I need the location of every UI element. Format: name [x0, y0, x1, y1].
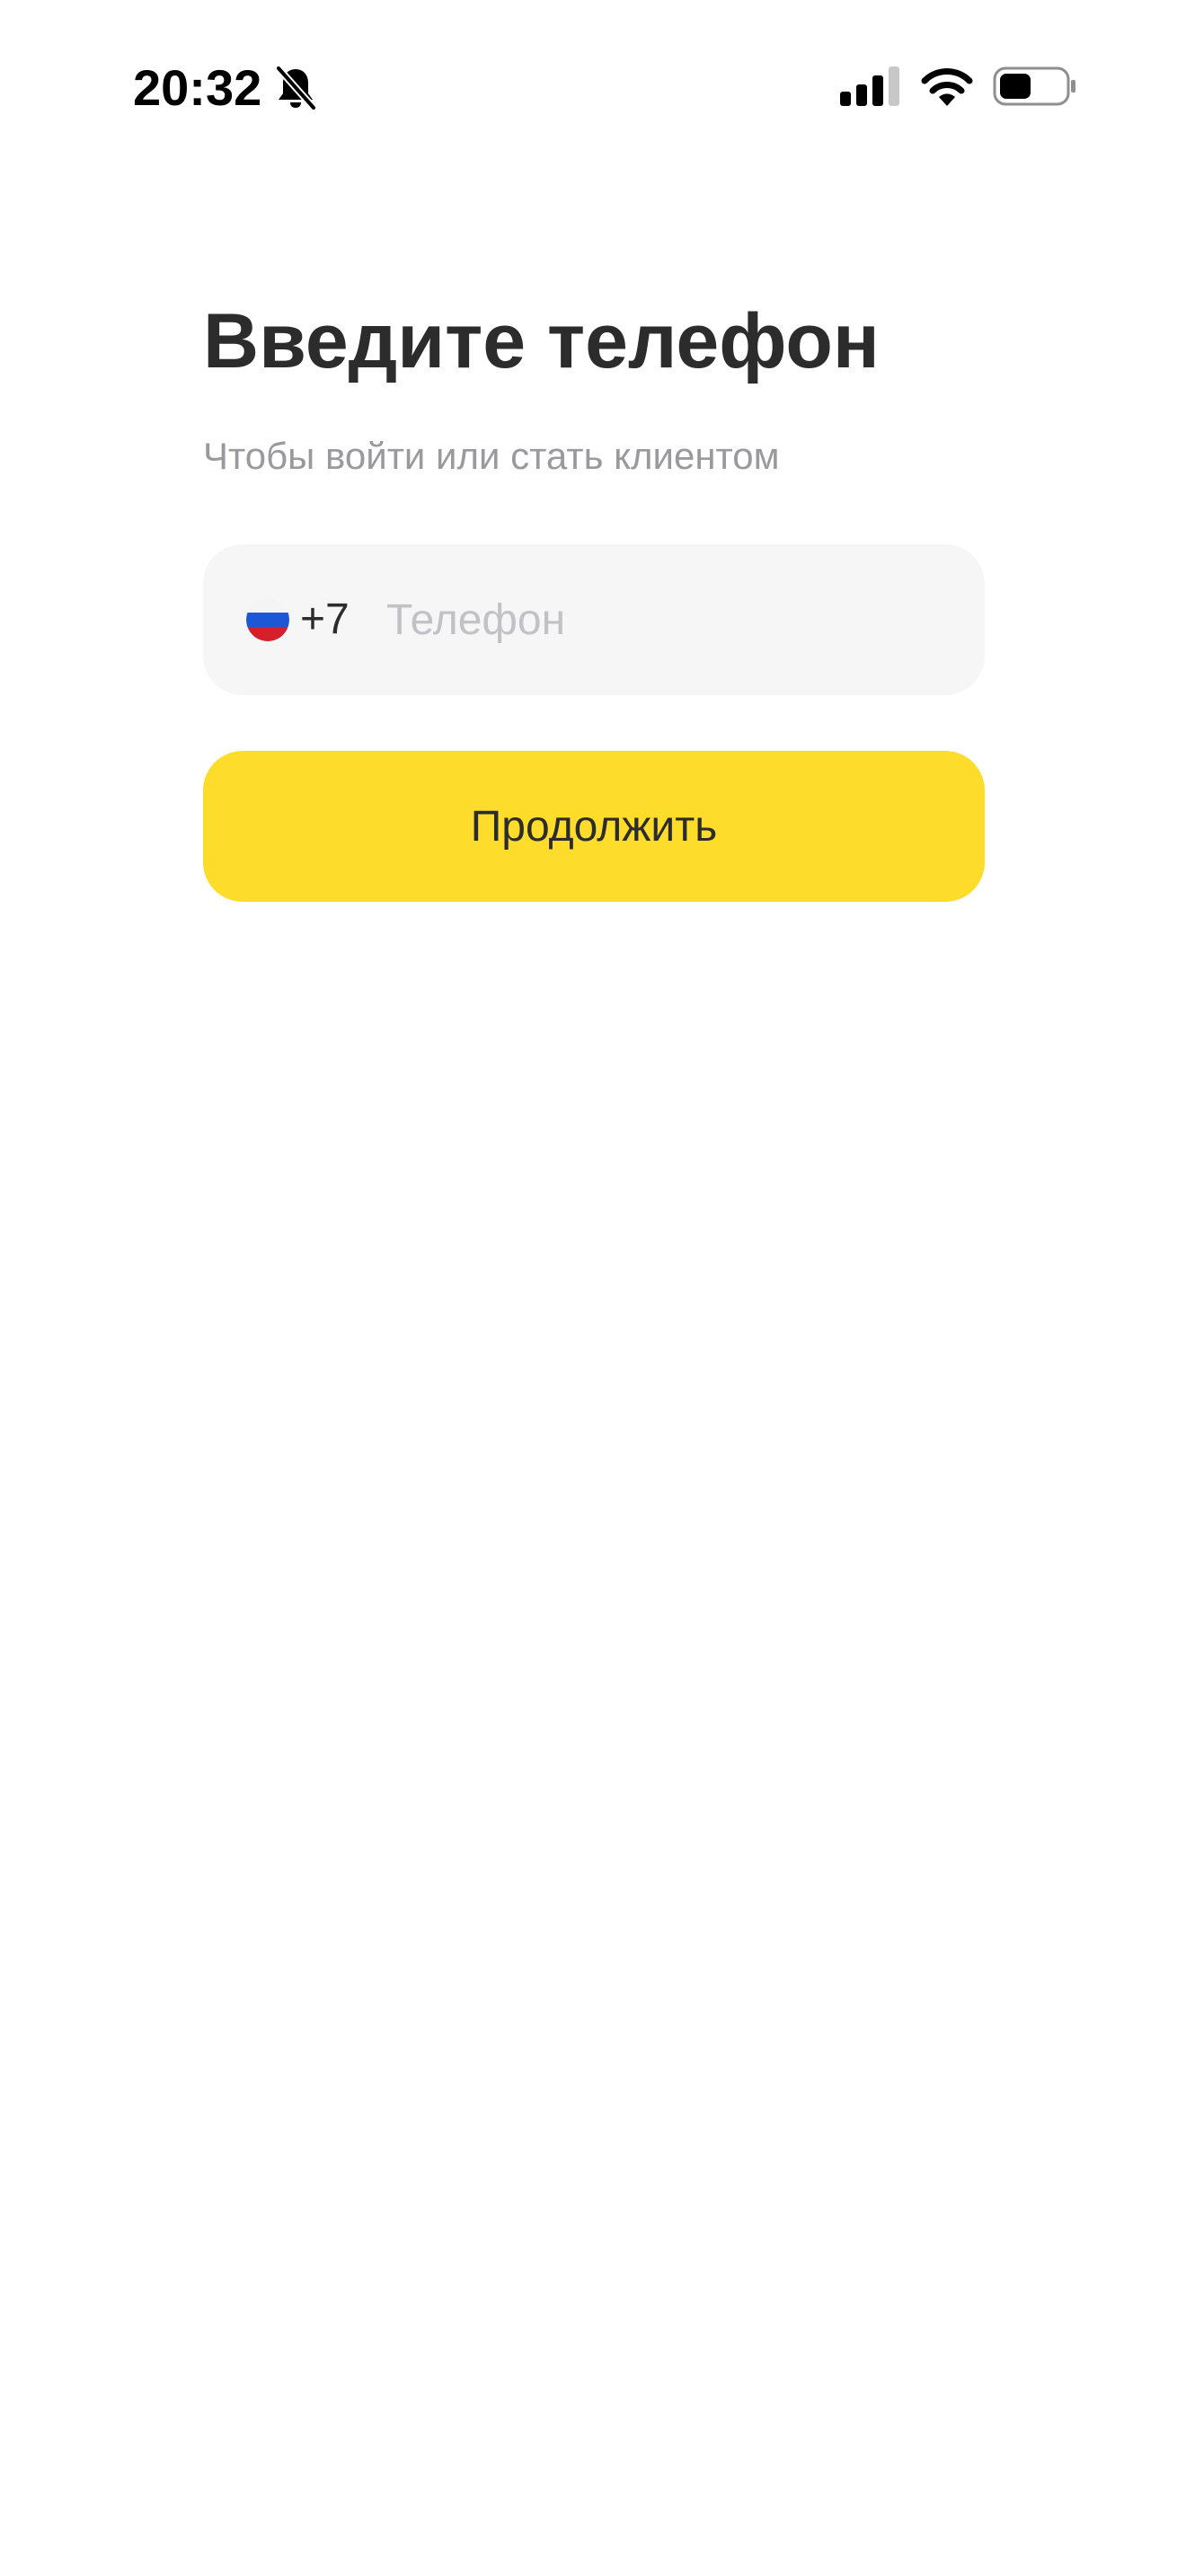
status-time: 20:32 [133, 59, 262, 116]
battery-icon [993, 66, 1075, 106]
country-code[interactable]: +7 [300, 593, 350, 647]
bell-slash-icon [275, 65, 317, 111]
wifi-icon [921, 68, 973, 106]
page-subtitle: Чтобы войти или стать клиентом [203, 435, 780, 477]
signal-icon [840, 66, 899, 106]
phone-field[interactable]: +7 [203, 544, 985, 695]
page-title: Введите телефон [203, 298, 880, 384]
status-bar: 20:32 [0, 0, 1186, 171]
russia-flag-icon[interactable] [246, 598, 289, 641]
continue-button[interactable]: Продолжить [203, 751, 985, 902]
phone-input[interactable] [386, 589, 943, 650]
